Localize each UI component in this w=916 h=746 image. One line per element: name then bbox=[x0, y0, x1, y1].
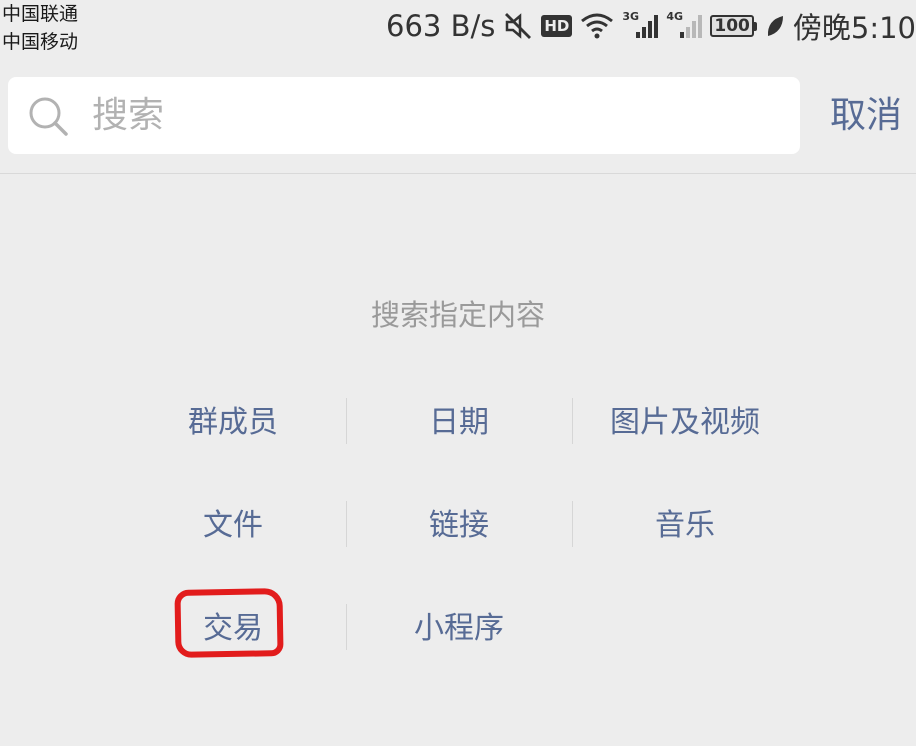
category-mini-programs[interactable]: 小程序 bbox=[346, 609, 572, 649]
leaf-icon bbox=[767, 16, 783, 36]
battery-level: 100 bbox=[710, 15, 754, 37]
sim1-generation: 3G bbox=[622, 10, 640, 23]
search-icon bbox=[29, 97, 68, 136]
category-date[interactable]: 日期 bbox=[346, 403, 572, 443]
category-photos-videos[interactable]: 图片及视频 bbox=[572, 403, 798, 443]
sim2-generation: 4G bbox=[666, 10, 684, 23]
signal-3g-icon: 3G bbox=[622, 10, 659, 38]
section-title: 搜索指定内容 bbox=[370, 298, 545, 332]
net-speed: 663 B/s bbox=[386, 9, 496, 43]
search-bar[interactable] bbox=[8, 77, 800, 154]
wifi-icon bbox=[581, 13, 614, 39]
category-transactions[interactable]: 交易 bbox=[120, 609, 346, 649]
hd-icon: HD bbox=[541, 15, 573, 37]
battery-icon: 100 bbox=[710, 15, 757, 37]
category-group-members[interactable]: 群成员 bbox=[120, 403, 346, 443]
carrier-info: 中国联通 中国移动 bbox=[2, 0, 78, 56]
header-divider bbox=[0, 173, 916, 174]
cancel-button[interactable]: 取消 bbox=[830, 93, 902, 139]
clock: 傍晚5:10 bbox=[792, 11, 916, 45]
carrier-2: 中国移动 bbox=[2, 31, 79, 53]
category-music[interactable]: 音乐 bbox=[572, 506, 798, 546]
mute-icon bbox=[505, 13, 532, 39]
search-input[interactable] bbox=[92, 85, 772, 145]
category-links[interactable]: 链接 bbox=[346, 506, 572, 546]
carrier-1: 中国联通 bbox=[2, 3, 79, 25]
signal-4g-icon: 4G bbox=[666, 10, 703, 38]
category-files[interactable]: 文件 bbox=[120, 506, 346, 546]
status-icons: 663 B/s HD 3G 4G 100 傍晚5:10 bbox=[386, 6, 916, 46]
